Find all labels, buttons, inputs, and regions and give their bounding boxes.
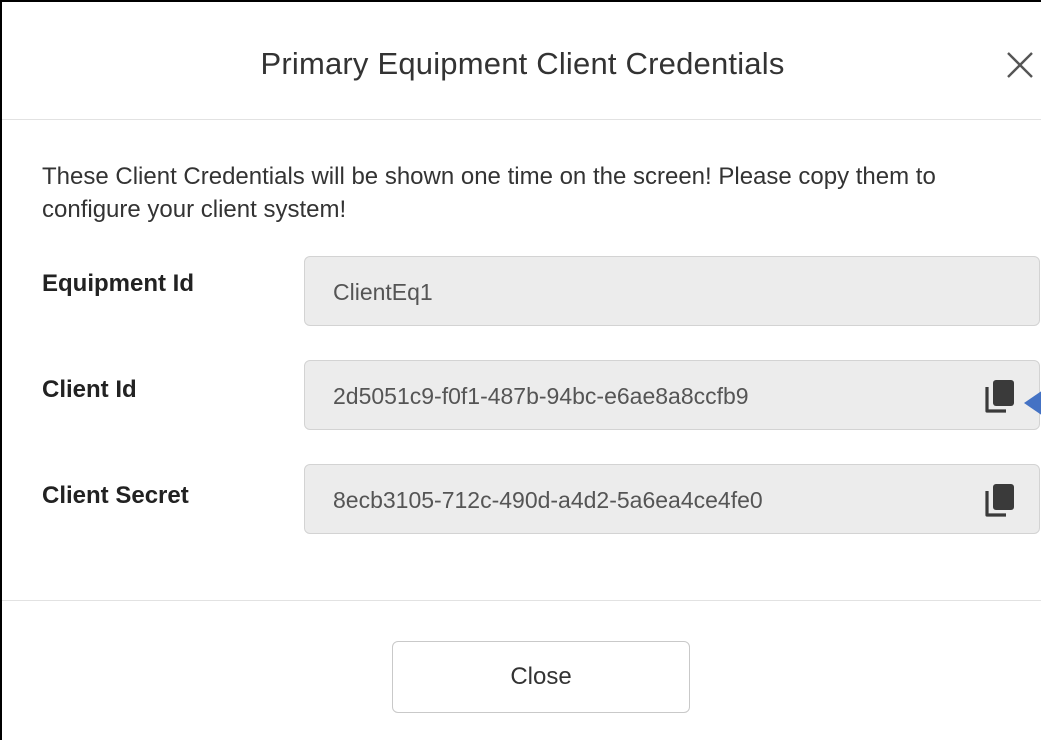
client-secret-field[interactable]: 8ecb3105-712c-490d-a4d2-5a6ea4ce4fe0 — [304, 464, 1040, 534]
dialog-footer: Close — [2, 600, 1041, 743]
copy-icon[interactable] — [983, 378, 1017, 414]
credentials-dialog: Primary Equipment Client Credentials The… — [0, 0, 1041, 740]
intro-message: These Client Credentials will be shown o… — [42, 163, 936, 223]
client-id-value: 2d5051c9-f0f1-487b-94bc-e6ae8a8ccfb9 — [333, 383, 749, 409]
client-id-label: Client Id — [42, 376, 137, 403]
client-secret-value: 8ecb3105-712c-490d-a4d2-5a6ea4ce4fe0 — [333, 487, 763, 513]
close-x-icon[interactable] — [1005, 50, 1035, 80]
equipment-id-value: ClientEq1 — [333, 279, 433, 305]
dialog-header: Primary Equipment Client Credentials — [2, 2, 1041, 120]
dialog-title: Primary Equipment Client Credentials — [260, 46, 785, 81]
arrow-pointer-icon — [1024, 390, 1041, 416]
equipment-id-label: Equipment Id — [42, 270, 194, 297]
client-id-field[interactable]: 2d5051c9-f0f1-487b-94bc-e6ae8a8ccfb9 — [304, 360, 1040, 430]
equipment-id-field[interactable]: ClientEq1 — [304, 256, 1040, 326]
copy-icon[interactable] — [983, 482, 1017, 518]
close-button[interactable]: Close — [392, 641, 690, 713]
client-secret-label: Client Secret — [42, 482, 189, 509]
